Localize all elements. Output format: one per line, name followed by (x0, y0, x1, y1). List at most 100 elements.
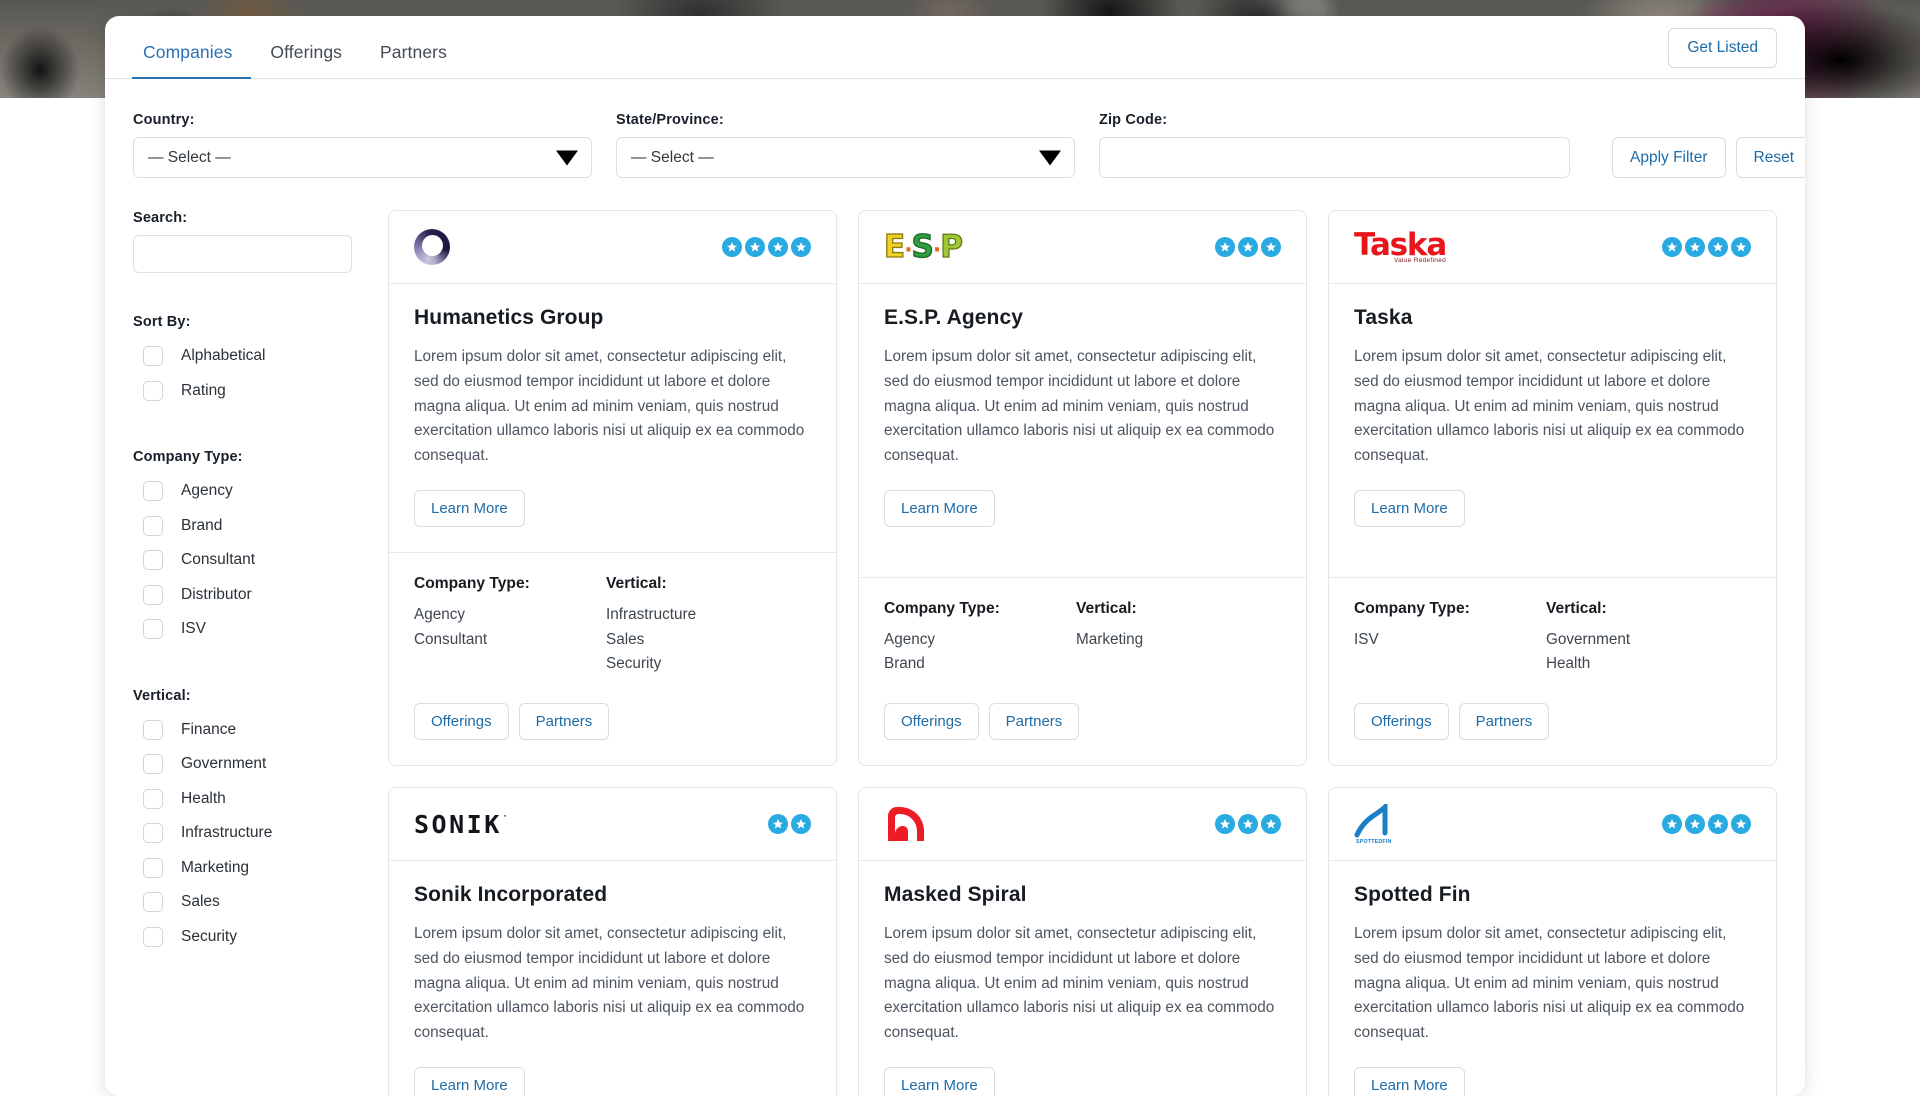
vertical-option-finance[interactable]: Finance (133, 713, 372, 748)
search-input[interactable] (133, 235, 352, 273)
esp-logo: E·S·P (884, 224, 962, 270)
company-type-option-distributor[interactable]: Distributor (133, 578, 372, 613)
learn-more-button[interactable]: Learn More (1354, 490, 1465, 527)
learn-more-button[interactable]: Learn More (414, 1067, 525, 1096)
star-icon (768, 237, 788, 257)
tab-companies[interactable]: Companies (132, 42, 251, 79)
company-card-header (389, 211, 836, 284)
state-select[interactable]: — Select — (616, 137, 1075, 178)
partners-button[interactable]: Partners (519, 703, 610, 740)
sort-option-rating[interactable]: Rating (133, 374, 372, 409)
vertical-option-health[interactable]: Health (133, 782, 372, 817)
company-card-body: Taska Lorem ipsum dolor sit amet, consec… (1329, 284, 1776, 577)
company-card-body: Masked Spiral Lorem ipsum dolor sit amet… (859, 861, 1306, 1096)
apply-filter-button[interactable]: Apply Filter (1612, 137, 1726, 178)
company-card-header: E·S·P (859, 211, 1306, 284)
rating-stars (1662, 814, 1751, 834)
state-select-value: — Select — (631, 149, 714, 167)
vertical-column: Vertical: Infrastructure Sales Security (606, 575, 811, 677)
learn-more-button[interactable]: Learn More (414, 490, 525, 527)
offerings-button[interactable]: Offerings (1354, 703, 1449, 740)
checkbox-icon[interactable] (143, 858, 163, 878)
tab-bar: Companies Offerings Partners Get Listed (105, 16, 1805, 79)
meta-columns: Company Type: ISV Vertical: Government H… (1354, 600, 1751, 678)
company-card-header: SPOTTEDFIN (1329, 788, 1776, 861)
state-filter: State/Province: — Select — (616, 112, 1075, 178)
company-type-value: Agency (414, 603, 606, 628)
checkbox-icon[interactable] (143, 927, 163, 947)
vertical-option-marketing[interactable]: Marketing (133, 851, 372, 886)
company-type-value: Agency (884, 628, 1076, 653)
rating-stars (722, 237, 811, 257)
partners-button[interactable]: Partners (989, 703, 1080, 740)
company-name: Taska (1354, 306, 1751, 330)
humanetics-ring-icon (414, 229, 450, 265)
company-type-option-brand[interactable]: Brand (133, 509, 372, 544)
vertical-group: Vertical: Finance Government Health Infr… (133, 688, 372, 955)
checkbox-icon[interactable] (143, 720, 163, 740)
sort-option-alphabetical[interactable]: Alphabetical (133, 339, 372, 374)
star-icon (1261, 237, 1281, 257)
get-listed-button[interactable]: Get Listed (1668, 28, 1777, 68)
company-type-option-isv[interactable]: ISV (133, 612, 372, 647)
learn-more-button[interactable]: Learn More (884, 1067, 995, 1096)
sort-by-group: Sort By: Alphabetical Rating (133, 314, 372, 408)
company-grid: Humanetics Group Lorem ipsum dolor sit a… (388, 210, 1777, 1096)
checkbox-icon[interactable] (143, 381, 163, 401)
checkbox-icon[interactable] (143, 585, 163, 605)
company-type-heading: Company Type: (884, 600, 1076, 618)
checkbox-icon[interactable] (143, 789, 163, 809)
vertical-value: Sales (606, 628, 811, 653)
state-label: State/Province: (616, 112, 1075, 128)
checkbox-icon[interactable] (143, 754, 163, 774)
company-type-option-label: Brand (181, 517, 222, 535)
zip-filter: Zip Code: (1099, 112, 1570, 178)
checkbox-icon[interactable] (143, 550, 163, 570)
company-type-option-agency[interactable]: Agency (133, 474, 372, 509)
vertical-option-sales[interactable]: Sales (133, 885, 372, 920)
star-icon (1731, 814, 1751, 834)
checkbox-icon[interactable] (143, 481, 163, 501)
reset-filter-button[interactable]: Reset (1736, 137, 1805, 178)
company-type-option-consultant[interactable]: Consultant (133, 543, 372, 578)
partners-button[interactable]: Partners (1459, 703, 1550, 740)
star-icon (768, 814, 788, 834)
offerings-button[interactable]: Offerings (414, 703, 509, 740)
country-select[interactable]: — Select — (133, 137, 592, 178)
checkbox-icon[interactable] (143, 823, 163, 843)
company-card: SPOTTEDFIN (1328, 787, 1777, 1096)
vertical-option-label: Finance (181, 721, 236, 739)
company-card-header: Taska Value Redefined (1329, 211, 1776, 284)
checkbox-icon[interactable] (143, 892, 163, 912)
directory-panel: Companies Offerings Partners Get Listed … (105, 16, 1805, 1096)
vertical-option-label: Infrastructure (181, 824, 272, 842)
company-description: Lorem ipsum dolor sit amet, consectetur … (414, 345, 811, 469)
vertical-heading: Vertical: (1546, 600, 1751, 618)
tab-partners[interactable]: Partners (361, 42, 466, 79)
company-name: Sonik Incorporated (414, 883, 811, 907)
vertical-value: Government (1546, 628, 1751, 653)
company-card-header: SONIK˙ (389, 788, 836, 861)
chevron-down-icon (1039, 150, 1061, 165)
star-icon (1238, 237, 1258, 257)
company-type-column: Company Type: Agency Brand (884, 600, 1076, 678)
offerings-button[interactable]: Offerings (884, 703, 979, 740)
learn-more-button[interactable]: Learn More (1354, 1067, 1465, 1096)
vertical-value: Health (1546, 652, 1751, 677)
taska-wordmark-icon: Taska Value Redefined (1354, 230, 1446, 265)
checkbox-icon[interactable] (143, 619, 163, 639)
card-action-buttons: Offerings Partners (884, 703, 1281, 740)
vertical-option-security[interactable]: Security (133, 920, 372, 955)
vertical-option-infrastructure[interactable]: Infrastructure (133, 816, 372, 851)
checkbox-icon[interactable] (143, 516, 163, 536)
zip-input[interactable] (1099, 137, 1570, 178)
meta-columns: Company Type: Agency Brand Vertical: Mar… (884, 600, 1281, 678)
star-icon (1708, 814, 1728, 834)
star-icon (1708, 237, 1728, 257)
company-type-heading: Company Type: (1354, 600, 1546, 618)
vertical-option-government[interactable]: Government (133, 747, 372, 782)
filter-actions: Apply Filter Reset (1612, 137, 1805, 178)
checkbox-icon[interactable] (143, 346, 163, 366)
learn-more-button[interactable]: Learn More (884, 490, 995, 527)
tab-offerings[interactable]: Offerings (251, 42, 361, 79)
